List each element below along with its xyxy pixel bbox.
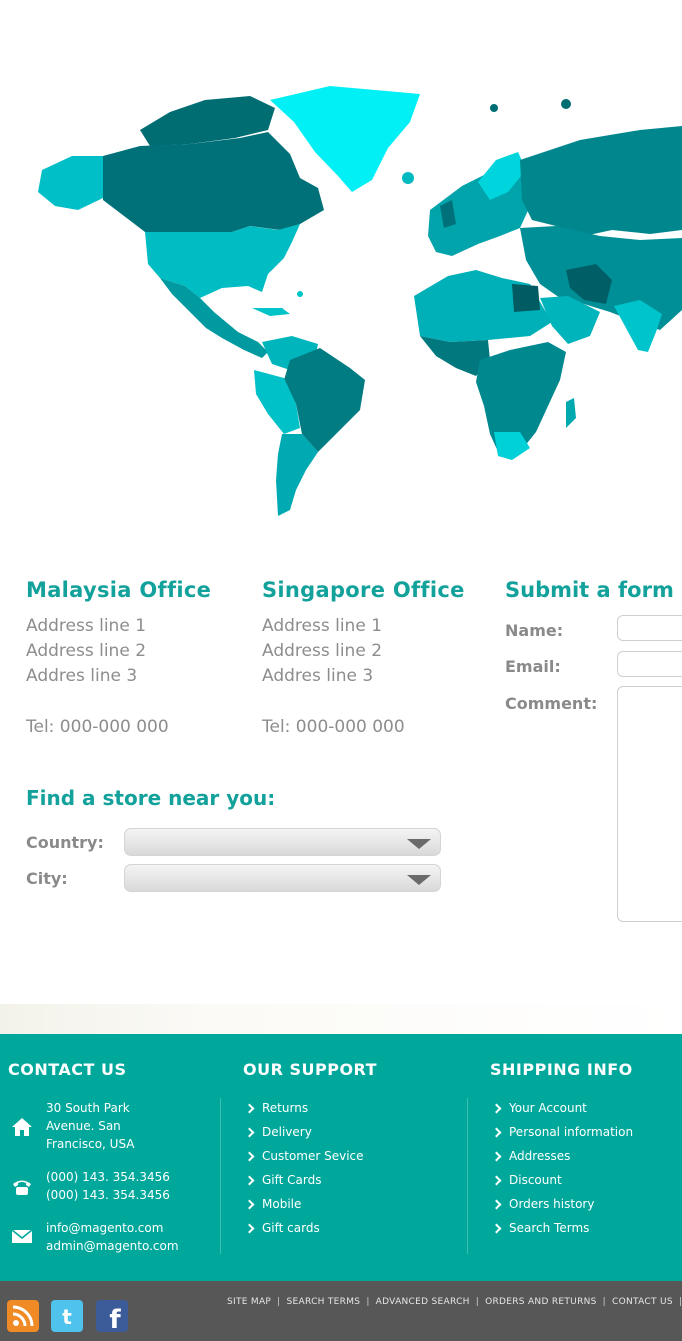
support-link[interactable]: Customer Sevice xyxy=(244,1144,364,1168)
chevron-right-icon xyxy=(244,1199,255,1209)
chevron-right-icon xyxy=(244,1223,255,1233)
office-tel: Tel: 000-000 000 xyxy=(26,717,169,737)
address-line: Avenue. San xyxy=(46,1119,121,1133)
contact-phones: (000) 143. 354.3456 (000) 143. 354.3456 xyxy=(46,1168,170,1204)
link-label: Discount xyxy=(509,1173,562,1187)
shipping-link[interactable]: Orders history xyxy=(491,1192,595,1216)
contact-address: 30 South Park Avenue. San Francisco, USA xyxy=(46,1099,135,1153)
email-label: Email: xyxy=(505,657,561,676)
home-icon xyxy=(12,1118,32,1136)
name-label: Name: xyxy=(505,621,564,640)
address-line: Address line 1 xyxy=(26,616,147,636)
twitter-icon[interactable]: t xyxy=(51,1300,83,1332)
email-link[interactable]: info@magento.com xyxy=(46,1219,179,1237)
link-label: Mobile xyxy=(262,1197,302,1211)
submit-form-title: Submit a form xyxy=(505,578,674,602)
link-label: Gift cards xyxy=(262,1221,320,1235)
contact-emails: info@magento.com admin@magento.com xyxy=(46,1219,179,1255)
chevron-right-icon xyxy=(491,1127,502,1137)
support-link[interactable]: Gift Cards xyxy=(244,1168,322,1192)
support-link[interactable]: Delivery xyxy=(244,1120,312,1144)
chevron-right-icon xyxy=(244,1151,255,1161)
address-line: Addres line 3 xyxy=(26,666,138,686)
name-field[interactable] xyxy=(617,615,682,641)
link-label: Addresses xyxy=(509,1149,571,1163)
link-label: Gift Cards xyxy=(262,1173,322,1187)
chevron-right-icon xyxy=(491,1103,502,1113)
shipping-link[interactable]: Search Terms xyxy=(491,1216,590,1240)
email-link[interactable]: admin@magento.com xyxy=(46,1237,179,1255)
svg-text:f: f xyxy=(109,1305,121,1332)
world-map-graphic xyxy=(38,86,682,516)
shipping-link[interactable]: Your Account xyxy=(491,1096,587,1120)
chevron-right-icon xyxy=(491,1175,502,1185)
office-tel: Tel: 000-000 000 xyxy=(262,717,405,737)
shipping-link[interactable]: Discount xyxy=(491,1168,562,1192)
singapore-office: Singapore Office Address line 1 Address … xyxy=(262,578,482,740)
support-link[interactable]: Gift cards xyxy=(244,1216,320,1240)
office-title: Singapore Office xyxy=(262,578,465,602)
phone-number: (000) 143. 354.3456 xyxy=(46,1188,170,1202)
link-label: Your Account xyxy=(509,1101,587,1115)
email-field[interactable] xyxy=(617,651,682,677)
link-label: Orders history xyxy=(509,1197,595,1211)
link-label: Personal information xyxy=(509,1125,634,1139)
our-support-title: OUR SUPPORT xyxy=(243,1060,378,1079)
address-line: Addres line 3 xyxy=(262,666,374,686)
office-title: Malaysia Office xyxy=(26,578,212,602)
address-line: Address line 1 xyxy=(262,616,383,636)
chevron-right-icon xyxy=(244,1103,255,1113)
shipping-link[interactable]: Addresses xyxy=(491,1144,571,1168)
nav-link-site-map[interactable]: SITE MAP xyxy=(227,1297,271,1307)
chevron-down-icon xyxy=(407,839,431,849)
shipping-info-title: SHIPPING INFO xyxy=(490,1060,633,1079)
rss-icon[interactable] xyxy=(7,1300,39,1332)
link-label: Delivery xyxy=(262,1125,312,1139)
address-line: Francisco, USA xyxy=(46,1137,135,1151)
country-select[interactable] xyxy=(124,828,441,856)
page: Malaysia Office Address line 1 Address l… xyxy=(0,0,682,1341)
svg-text:t: t xyxy=(62,1305,72,1329)
nav-link-advanced-search[interactable]: ADVANCED SEARCH xyxy=(376,1297,470,1307)
country-label: Country: xyxy=(26,833,104,852)
support-link[interactable]: Returns xyxy=(244,1096,309,1120)
shipping-link[interactable]: Personal information xyxy=(491,1120,634,1144)
comment-label: Comment: xyxy=(505,694,598,713)
decorative-strip xyxy=(0,1004,682,1034)
link-label: Customer Sevice xyxy=(262,1149,364,1163)
facebook-icon[interactable]: f xyxy=(96,1300,128,1332)
link-label: Returns xyxy=(262,1101,309,1115)
nav-link-search-terms[interactable]: SEARCH TERMS xyxy=(287,1297,361,1307)
city-select[interactable] xyxy=(124,864,441,892)
support-link[interactable]: Mobile xyxy=(244,1192,302,1216)
address-line: 30 South Park xyxy=(46,1101,130,1115)
world-map xyxy=(0,60,682,530)
phone-icon xyxy=(13,1180,31,1195)
nav-link-contact-us[interactable]: CONTACT US xyxy=(612,1297,673,1307)
column-divider xyxy=(467,1098,468,1254)
chevron-down-icon xyxy=(407,875,431,885)
comment-textarea[interactable] xyxy=(617,686,682,922)
chevron-right-icon xyxy=(491,1223,502,1233)
contact-us-title: CONTACT US xyxy=(8,1060,127,1079)
chevron-right-icon xyxy=(244,1127,255,1137)
mail-icon xyxy=(11,1229,33,1243)
find-store-title: Find a store near you: xyxy=(26,786,276,810)
address-line: Address line 2 xyxy=(262,641,383,661)
bottom-nav: SITE MAP | SEARCH TERMS | ADVANCED SEARCH | OR… xyxy=(227,1297,682,1307)
link-label: Search Terms xyxy=(509,1221,590,1235)
malaysia-office: Malaysia Office Address line 1 Address l… xyxy=(26,578,246,740)
address-line: Address line 2 xyxy=(26,641,147,661)
city-label: City: xyxy=(26,869,68,888)
column-divider xyxy=(220,1098,221,1254)
nav-link-orders-returns[interactable]: ORDERS AND RETURNS xyxy=(485,1297,597,1307)
chevron-right-icon xyxy=(491,1151,502,1161)
chevron-right-icon xyxy=(244,1175,255,1185)
phone-number: (000) 143. 354.3456 xyxy=(46,1170,170,1184)
chevron-right-icon xyxy=(491,1199,502,1209)
